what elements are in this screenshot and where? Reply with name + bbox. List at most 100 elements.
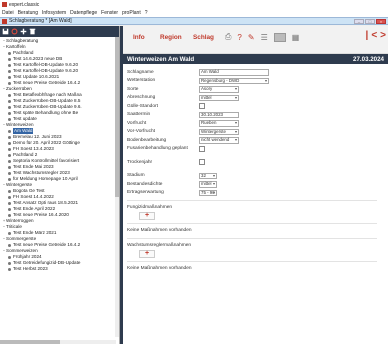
refresh-icon[interactable]: [11, 28, 18, 35]
tree-bullet-icon: [8, 261, 11, 265]
print-icon[interactable]: ⎙: [225, 32, 231, 42]
nav-next-icon[interactable]: >: [380, 30, 386, 41]
page-date: 27.03.2024: [353, 55, 384, 63]
tree-bullet-icon: [8, 93, 11, 97]
fusarien-label: Fusarienbehandlung geplant: [127, 146, 188, 152]
menu-proplant[interactable]: proPlant: [122, 10, 141, 16]
abreschnung-label: Abreschnung: [127, 95, 156, 101]
sidebar-toolbar: [0, 26, 119, 37]
tab-region[interactable]: Region: [160, 34, 182, 41]
tree-bullet-icon: [8, 51, 11, 55]
tree-bullet-icon: [8, 57, 11, 61]
guelle-checkbox[interactable]: [199, 103, 205, 110]
tree-bullet-icon: [8, 69, 11, 73]
menu-beratung[interactable]: Beratung: [18, 10, 38, 16]
tree-bullet-icon: [8, 105, 11, 109]
sorte-select[interactable]: Asory: [199, 86, 239, 93]
help-icon[interactable]: ?: [237, 33, 241, 42]
tree-bullet-icon: [8, 147, 11, 151]
tree-bullet-icon: [8, 177, 11, 181]
tree-bullet-icon: [8, 267, 11, 271]
fusarien-checkbox[interactable]: [199, 145, 205, 152]
subwindow-titlebar: Schlagberatung * [Am Wald] – □ ×: [0, 17, 388, 25]
menu-datenpflege[interactable]: Datenpflege: [70, 10, 97, 16]
tree-item-label: Test Herbst 2023: [13, 266, 48, 271]
fungizid-empty-text: Keine Maßnahmen vorhanden: [127, 228, 192, 233]
tree-scrollbar-horizontal[interactable]: [0, 340, 116, 344]
list-icon[interactable]: ☰: [261, 33, 268, 42]
tree-bullet-icon: [8, 99, 11, 103]
vorfrucht-label: Vorfrucht: [127, 120, 147, 126]
tree-bullet-icon: [8, 135, 11, 139]
tree-bullet-icon: [8, 201, 11, 205]
bestandesdichte-select[interactable]: mittel: [199, 181, 217, 188]
tree-bullet-icon: [8, 129, 11, 133]
main-panel: Info Region Schlag ⎙ ? ✎ ☰ ▦ | < > Winte…: [123, 26, 388, 344]
delete-icon[interactable]: [29, 28, 36, 35]
add-icon[interactable]: [20, 28, 27, 35]
tree-bullet-icon: [8, 63, 11, 67]
nav-first-icon[interactable]: |: [366, 30, 369, 41]
wachstum-empty-text: Keine Maßnahmen vorhanden: [127, 266, 192, 271]
saattermin-input[interactable]: 30.10.2023: [199, 111, 239, 118]
tree-bullet-icon: [8, 243, 11, 247]
grid-view-icon[interactable]: [273, 32, 286, 42]
menu-datei[interactable]: Datei: [2, 10, 14, 16]
add-wachstum-button[interactable]: +: [139, 250, 155, 258]
schlagname-input[interactable]: Am Wald: [199, 69, 269, 76]
wachstum-label: Wachstumsreglermaßnahmen: [127, 243, 192, 248]
tree-view: − Schlagberatung − Kartoffeln Pachtland Test …: [0, 37, 119, 272]
menu-infosystem[interactable]: Infosystem: [42, 10, 66, 16]
tree-item[interactable]: Test Herbst 2023: [2, 266, 119, 272]
bestandesdichte-label: Bestandesdichte: [127, 181, 163, 187]
tree-bullet-icon: [8, 141, 11, 145]
stadium-label: Stadium: [127, 173, 145, 179]
tree-bullet-icon: [8, 255, 11, 259]
menubar: Datei Beratung Infosystem Datenpflege Fe…: [0, 9, 388, 17]
abreschnung-select[interactable]: mittel: [199, 94, 239, 101]
wachstum-section: Wachstumsreglermaßnahmen + Keine Maßnahm…: [127, 238, 388, 273]
table-icon[interactable]: ▦: [292, 33, 300, 42]
schlagname-label: Schlagname: [127, 69, 154, 75]
fungizid-section: Fungizidmaßnahmen + Keine Maßnahmen vorh…: [127, 200, 388, 235]
minimize-button[interactable]: –: [354, 19, 364, 24]
trockenjahr-checkbox[interactable]: [199, 159, 205, 166]
tab-bar: Info Region Schlag ⎙ ? ✎ ☰ ▦ | < >: [123, 26, 388, 54]
app-logo-icon: [2, 2, 7, 7]
schlag-form: Schlagname Am Wald Wetterstation Regensb…: [123, 64, 388, 273]
menu-fenster[interactable]: Fenster: [101, 10, 118, 16]
ertragserwartung-select[interactable]: 75 - 90: [199, 189, 217, 196]
tree-bullet-icon: [8, 111, 11, 115]
save-icon[interactable]: [2, 28, 9, 35]
wetterstation-label: Wetterstation: [127, 78, 156, 84]
fungizid-label: Fungizidmaßnahmen: [127, 205, 173, 210]
menu-help[interactable]: ?: [145, 10, 148, 16]
add-fungizid-button[interactable]: +: [139, 212, 155, 220]
vorvorfrucht-select[interactable]: Wintergerste: [199, 128, 239, 135]
tree-bullet-icon: [8, 165, 11, 169]
tab-info[interactable]: Info: [133, 34, 145, 41]
tree-bullet-icon: [8, 213, 11, 217]
sidebar: − Schlagberatung − Kartoffeln Pachtland Test …: [0, 26, 120, 344]
maximize-button[interactable]: □: [365, 19, 375, 24]
tree-bullet-icon: [8, 117, 11, 121]
nav-prev-icon[interactable]: <: [371, 30, 377, 41]
tree-bullet-icon: [8, 195, 11, 199]
subwindow-title: Schlagberatung * [Am Wald]: [9, 18, 72, 24]
tree-bullet-icon: [8, 231, 11, 235]
page-title: Winterweizen Am Wald: [127, 55, 195, 63]
bodenbearbeitung-select[interactable]: nicht wendend: [199, 137, 239, 144]
tree-bullet-icon: [8, 159, 11, 163]
saattermin-label: Saattermin: [127, 112, 151, 118]
guelle-label: Gülle-Standort: [127, 103, 158, 109]
tree-bullet-icon: [8, 207, 11, 211]
tab-schlag[interactable]: Schlag: [193, 34, 214, 41]
tree-scrollbar-vertical[interactable]: [115, 37, 119, 337]
wetterstation-select[interactable]: Regensburg - DWD: [199, 77, 269, 84]
bodenbearbeitung-label: Bodenbearbeitung: [127, 137, 167, 143]
tree-bullet-icon: [8, 171, 11, 175]
stadium-select[interactable]: 32: [199, 172, 217, 179]
close-button[interactable]: ×: [376, 19, 386, 24]
vorfrucht-select[interactable]: Rueben: [199, 120, 239, 127]
tools-icon[interactable]: ✎: [248, 33, 255, 42]
